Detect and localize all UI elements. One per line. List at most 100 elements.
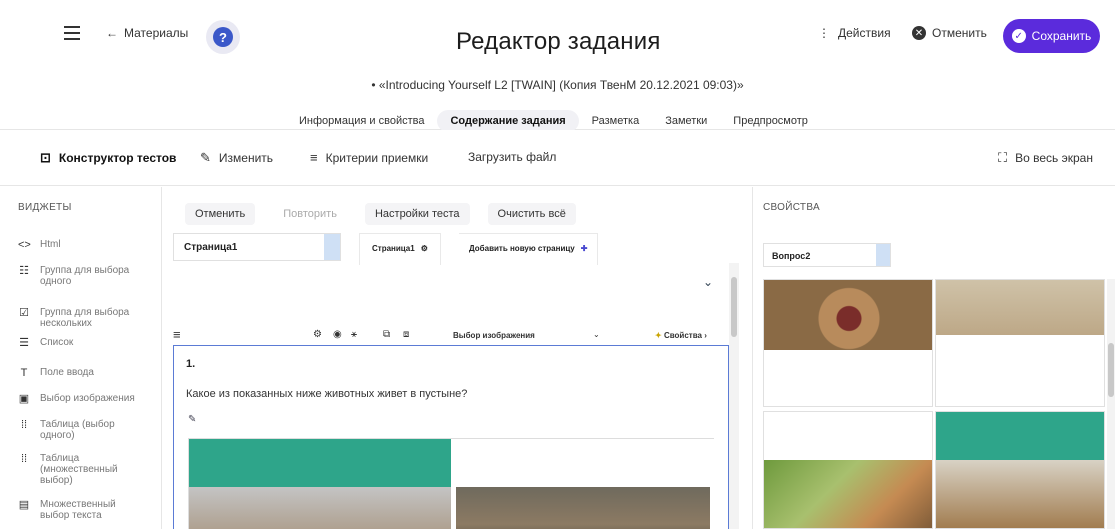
edit-pen-icon[interactable]: ✎ — [188, 414, 196, 425]
widget-list[interactable]: ☰ Список — [18, 337, 140, 349]
criteria-label: Критерии приемки — [325, 150, 429, 165]
upload-file-button[interactable]: Загрузить файл — [468, 150, 556, 164]
settings-icon[interactable]: ⚙ — [313, 329, 322, 340]
property-image-1[interactable] — [763, 279, 933, 407]
duplicate-icon[interactable]: ⧉ — [383, 329, 390, 340]
vertical-dots-icon: ⋮ — [818, 26, 830, 40]
dropdown-arrow-icon — [876, 244, 890, 266]
help-button[interactable]: ? — [206, 20, 240, 54]
image-choice-1[interactable] — [189, 439, 451, 529]
matrix-icon: ⁞⁞ — [20, 419, 28, 431]
criteria-button[interactable]: ≡ Критерии приемки — [310, 150, 428, 165]
editor-scrollbar[interactable] — [729, 263, 739, 529]
undo-button[interactable]: Отменить — [185, 203, 256, 225]
gear-icon[interactable]: ⚙ — [421, 244, 428, 253]
widget-multiple-text[interactable]: ▤ Множественный выбор текста — [18, 499, 120, 521]
tab-preview[interactable]: Предпросмотр — [720, 110, 821, 132]
properties-panel: СВОЙСТВА Вопрос2 — [752, 187, 1115, 529]
widget-text-input[interactable]: T Поле ввода — [18, 367, 140, 379]
animal-photo — [936, 460, 1104, 528]
widgets-title: ВИДЖЕТЫ — [18, 202, 72, 213]
tab-notes[interactable]: Заметки — [652, 110, 720, 132]
wand-icon: ✦ — [655, 331, 662, 340]
text-icon: T — [20, 367, 28, 379]
widgets-panel: ВИДЖЕТЫ <> Html ☷ Группа для выбора одно… — [0, 187, 162, 529]
question-type-select[interactable]: Выбор изображения — [453, 331, 535, 340]
save-label: Сохранить — [1031, 29, 1092, 43]
code-icon: <> — [18, 239, 31, 251]
editor-actions: Отменить Повторить Настройки теста Очист… — [185, 203, 576, 225]
page-chip-label: Страница1 — [372, 244, 415, 253]
plus-icon: ✚ — [580, 244, 588, 253]
dropdown-arrow-icon — [324, 234, 340, 260]
editor-tabs: Информация и свойства Содержание задания… — [286, 110, 821, 132]
animal-photo — [764, 460, 932, 528]
upload-label: Загрузить файл — [468, 150, 557, 164]
add-page-button[interactable]: Добавить новую страницу ✚ — [459, 233, 599, 265]
actions-button[interactable]: ⋮ Действия — [818, 26, 891, 40]
filter-icon: ≡ — [310, 150, 318, 165]
editor-area: Отменить Повторить Настройки теста Очист… — [163, 187, 743, 529]
test-builder-button[interactable]: ⊡ Конструктор тестов — [40, 150, 176, 166]
redo-button[interactable]: Повторить — [273, 203, 347, 225]
logic-icon[interactable]: ⧈ — [403, 329, 409, 340]
properties-link-label: Свойства — [663, 331, 702, 340]
widget-matrix-single[interactable]: ⁞⁞ Таблица (выбор одного) — [18, 419, 140, 441]
checkbox-icon: ☑ — [19, 307, 29, 319]
eye-icon[interactable]: ◉ — [333, 329, 342, 340]
radio-group-icon: ☷ — [19, 265, 29, 277]
fullscreen-icon: ⛶ — [998, 150, 1008, 165]
close-circle-icon: ✕ — [912, 26, 926, 40]
scrollbar-thumb[interactable] — [731, 277, 737, 337]
edit-button[interactable]: ✎ Изменить — [200, 150, 273, 166]
clear-all-button[interactable]: Очистить всё — [487, 203, 576, 225]
back-link-label: Материалы — [124, 26, 189, 40]
text-block-icon: ▤ — [18, 499, 30, 511]
property-image-4[interactable] — [935, 411, 1105, 529]
test-builder-label: Конструктор тестов — [58, 151, 177, 165]
page-title: Редактор задания — [456, 28, 661, 55]
chevron-down-icon[interactable]: ⌄ — [703, 275, 713, 289]
widget-checkbox-group[interactable]: ☑ Группа для выбора нескольких — [18, 307, 140, 329]
property-image-3[interactable] — [763, 411, 933, 529]
task-subtitle: • «Introducing Yourself L2 [TWAIN] (Копи… — [371, 78, 744, 92]
fullscreen-button[interactable]: ⛶ Во весь экран — [998, 150, 1093, 166]
image-choice-grid — [188, 438, 714, 529]
page-select-value: Страница1 — [184, 242, 238, 253]
animal-photo — [189, 487, 451, 529]
question-select[interactable]: Вопрос2 — [763, 243, 891, 267]
image-choice-2[interactable] — [452, 439, 714, 529]
scrollbar-thumb[interactable] — [1108, 343, 1114, 397]
check-circle-icon: ✓ — [1011, 29, 1026, 43]
cancel-label: Отменить — [932, 26, 987, 40]
required-icon[interactable]: ⚹ — [351, 329, 357, 340]
test-settings-button[interactable]: Настройки теста — [364, 203, 470, 225]
properties-scrollbar[interactable] — [1107, 279, 1115, 529]
tab-markup[interactable]: Разметка — [579, 110, 653, 132]
page-chip[interactable]: Страница1 ⚙ — [359, 233, 441, 265]
tab-info[interactable]: Информация и свойства — [286, 110, 437, 132]
properties-link[interactable]: ✦ Свойства › — [655, 331, 707, 340]
property-image-2[interactable] — [935, 279, 1105, 407]
widget-html[interactable]: <> Html — [18, 239, 140, 251]
widget-image-picker[interactable]: ▣ Выбор изображения — [18, 393, 140, 405]
animal-photo — [764, 280, 932, 350]
actions-label: Действия — [838, 26, 891, 40]
drag-handle-icon[interactable]: ≡ — [173, 327, 181, 342]
builder-icon: ⊡ — [40, 150, 51, 165]
page-select[interactable]: Страница1 — [173, 233, 341, 261]
widget-matrix-multiple[interactable]: ⁞⁞ Таблица (множественный выбор) — [18, 453, 120, 486]
question-text[interactable]: Какое из показанных ниже животных живет … — [186, 388, 467, 400]
save-button[interactable]: ✓ Сохранить — [1003, 19, 1100, 53]
chevron-down-icon[interactable]: ⌄ — [593, 330, 600, 339]
widget-radio-group[interactable]: ☷ Группа для выбора одного — [18, 265, 140, 287]
back-to-materials-link[interactable]: ← Материалы — [106, 26, 188, 40]
list-icon: ☰ — [19, 337, 29, 349]
tab-content[interactable]: Содержание задания — [437, 110, 579, 132]
properties-title: СВОЙСТВА — [763, 202, 820, 213]
image-icon: ▣ — [18, 393, 30, 405]
hamburger-menu-icon[interactable] — [64, 26, 80, 40]
cancel-button[interactable]: ✕ Отменить — [912, 26, 987, 40]
question-card[interactable]: 1. Какое из показанных ниже животных жив… — [173, 345, 729, 529]
pencil-icon: ✎ — [200, 150, 211, 165]
